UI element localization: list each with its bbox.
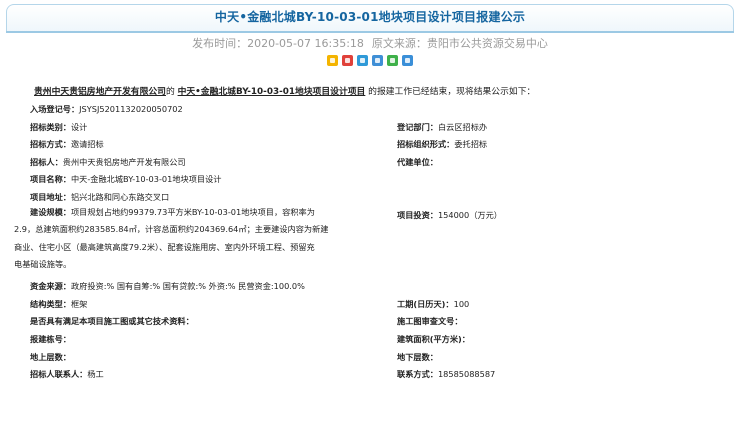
field-value-line3: 商业、住宅小区（最高建筑高度79.2米）、配套设施用房、室内外环境工程、预留充 bbox=[14, 241, 315, 252]
publish-time-label: 发布时间： bbox=[192, 37, 248, 50]
field-label: 项目投资： bbox=[397, 210, 438, 220]
field-reg-no: 入场登记号：JSYSJ5201132020050702 bbox=[30, 103, 183, 115]
field-label: 报建栋号： bbox=[30, 334, 71, 344]
field-scale: 建设规模：项目规划占地约99379.73平方米BY-10-03-01地块项目，容… bbox=[14, 204, 364, 274]
field-project-name: 项目名称：中天-金融北城BY-10-03-01地块项目设计 bbox=[30, 173, 221, 185]
field-label: 入场登记号： bbox=[30, 104, 80, 114]
tencent-icon[interactable] bbox=[372, 55, 383, 66]
field-label: 项目名称： bbox=[30, 174, 71, 184]
field-label: 资金来源： bbox=[30, 281, 71, 291]
field-label: 结构类型： bbox=[30, 299, 71, 309]
intro-project: 中天•金融北城BY-10-03-01地块项目设计项目 bbox=[177, 87, 366, 97]
source-value: 贵阳市公共资源交易中心 bbox=[426, 37, 548, 50]
field-duration: 工期(日历天)：100 bbox=[397, 298, 469, 310]
field-label: 建筑面积(平方米)： bbox=[397, 334, 470, 344]
field-bid-type: 招标类别：设计 bbox=[30, 121, 87, 133]
field-label: 登记部门： bbox=[397, 122, 438, 132]
intro-company: 贵州中天贵铝房地产开发有限公司 bbox=[34, 87, 166, 97]
field-contact: 招标人联系人：杨工 bbox=[30, 368, 104, 380]
field-value: 100 bbox=[453, 299, 470, 309]
field-drawings: 是否具有满足本项目施工图或其它技术资料： bbox=[30, 315, 194, 327]
more-share-icon[interactable] bbox=[402, 55, 413, 66]
favorite-icon[interactable] bbox=[327, 55, 338, 66]
field-label: 施工图审查文号： bbox=[397, 316, 463, 326]
field-review-no: 施工图审查文号： bbox=[397, 315, 463, 327]
field-agency: 代建单位： bbox=[397, 156, 438, 168]
publish-meta: 发布时间：2020-05-07 16:35:18 原文来源：贵阳市公共资源交易中心 bbox=[0, 35, 740, 51]
field-label: 招标组织形式： bbox=[397, 139, 455, 149]
field-value-line2: 2.9，总建筑面积约283585.84㎡，计容总面积约204369.64㎡；主要… bbox=[14, 224, 329, 235]
field-phone: 联系方式：18585088587 bbox=[397, 368, 495, 380]
field-reg-dept: 登记部门：白云区招标办 bbox=[397, 121, 487, 133]
source: 原文来源：贵阳市公共资源交易中心 bbox=[372, 37, 548, 50]
field-value-line4: 电基础设施等。 bbox=[14, 259, 72, 270]
field-value: 框架 bbox=[70, 299, 88, 309]
field-value: 白云区招标办 bbox=[437, 122, 488, 132]
field-below-floors: 地下层数： bbox=[397, 351, 438, 363]
field-label: 招标类别： bbox=[30, 122, 71, 132]
field-fund-source: 资金来源：政府投资:% 国有自筹:% 国有贷款:% 外资:% 民营资金:100.… bbox=[30, 280, 305, 292]
field-label: 招标人联系人： bbox=[30, 369, 88, 379]
field-label: 代建单位： bbox=[397, 157, 438, 167]
intro-mid: 的 bbox=[165, 87, 175, 97]
page-title: 中天•金融北城BY-10-03-01地块项目设计项目报建公示 bbox=[214, 10, 526, 24]
intro-tail: 的报建工作已经结束，现将结果公示如下： bbox=[368, 87, 536, 97]
field-value: 154000（万元） bbox=[437, 210, 502, 220]
field-value: JSYSJ5201132020050702 bbox=[79, 104, 183, 114]
publish-time: 发布时间：2020-05-07 16:35:18 bbox=[192, 37, 364, 50]
field-value: 邀请招标 bbox=[70, 139, 104, 149]
field-value: 铝兴北路和同心东路交叉口 bbox=[70, 192, 170, 202]
field-value: 贵州中天贵铝房地产开发有限公司 bbox=[62, 157, 186, 167]
field-value: 18585088587 bbox=[437, 369, 496, 379]
intro-line: 贵州中天贵铝房地产开发有限公司的 中天•金融北城BY-10-03-01地块项目设… bbox=[34, 84, 535, 97]
field-project-address: 项目地址：铝兴北路和同心东路交叉口 bbox=[30, 191, 169, 203]
source-label: 原文来源： bbox=[371, 37, 427, 50]
field-label: 是否具有满足本项目施工图或其它技术资料： bbox=[30, 316, 194, 326]
field-label: 招标方式： bbox=[30, 139, 71, 149]
field-bid-org-form: 招标组织形式：委托招标 bbox=[397, 138, 487, 150]
field-label: 工期(日历天)： bbox=[397, 299, 454, 309]
wechat-icon[interactable] bbox=[387, 55, 398, 66]
field-label: 联系方式： bbox=[397, 369, 438, 379]
weibo-icon[interactable] bbox=[342, 55, 353, 66]
field-building-no: 报建栋号： bbox=[30, 333, 71, 345]
field-value-line1: 项目规划占地约99379.73平方米BY-10-03-01地块项目，容积率为 bbox=[70, 207, 315, 217]
field-value: 委托招标 bbox=[454, 139, 488, 149]
field-label: 项目地址： bbox=[30, 192, 71, 202]
qzone-icon[interactable] bbox=[357, 55, 368, 66]
field-structure: 结构类型：框架 bbox=[30, 298, 87, 310]
field-label: 地下层数： bbox=[397, 352, 438, 362]
share-bar bbox=[0, 55, 740, 66]
field-label: 地上层数： bbox=[30, 352, 71, 362]
field-value: 中天-金融北城BY-10-03-01地块项目设计 bbox=[70, 174, 222, 184]
field-area: 建筑面积(平方米)： bbox=[397, 333, 470, 345]
field-above-floors: 地上层数： bbox=[30, 351, 71, 363]
field-label: 建设规模： bbox=[30, 207, 71, 217]
field-value: 政府投资:% 国有自筹:% 国有贷款:% 外资:% 民营资金:100.0% bbox=[70, 281, 305, 291]
field-label: 招标人： bbox=[30, 157, 63, 167]
field-value: 杨工 bbox=[87, 369, 104, 379]
field-bid-method: 招标方式：邀请招标 bbox=[30, 138, 104, 150]
field-tenderer: 招标人：贵州中天贵铝房地产开发有限公司 bbox=[30, 156, 186, 168]
field-value: 设计 bbox=[70, 122, 88, 132]
field-investment: 项目投资：154000（万元） bbox=[397, 209, 502, 221]
publish-time-value: 2020-05-07 16:35:18 bbox=[247, 37, 364, 50]
